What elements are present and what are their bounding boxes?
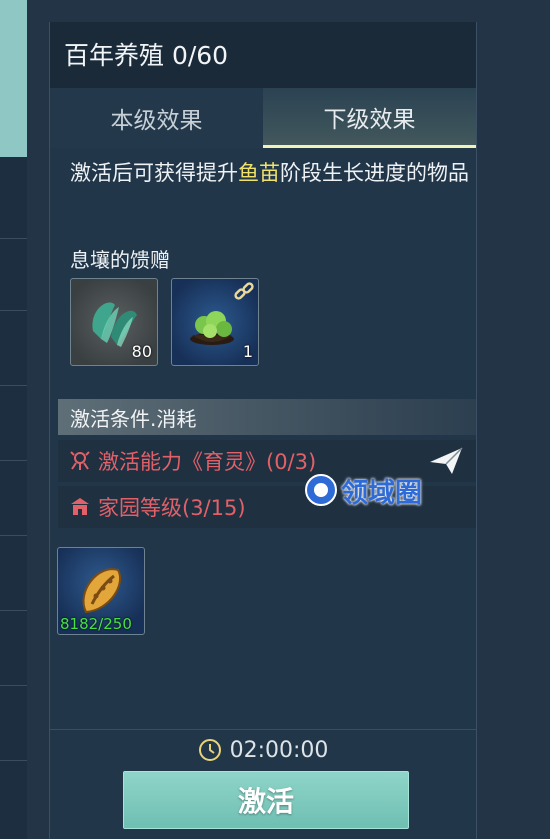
clock-icon	[198, 739, 221, 761]
skill-icon	[70, 451, 90, 470]
effect-description: 激活后可获得提升鱼苗阶段生长进度的物品	[70, 158, 470, 188]
watermark-logo-icon	[305, 474, 337, 506]
panel-header: 百年养殖 0/60	[50, 22, 476, 88]
timer-value: 02:00:00	[229, 737, 329, 763]
divider	[0, 685, 27, 686]
tab-next-level-effect[interactable]: 下级效果	[263, 88, 476, 148]
house-icon	[71, 498, 89, 515]
reward-item-1[interactable]: 80	[70, 278, 158, 366]
link-chain-icon	[234, 282, 254, 300]
divider	[0, 460, 27, 461]
divider	[0, 610, 27, 611]
description-text: 阶段生长进度的物品	[280, 161, 469, 185]
description-highlight: 鱼苗	[238, 161, 280, 185]
divider	[0, 385, 27, 386]
material-item[interactable]: 8182/250	[57, 547, 145, 635]
activate-button[interactable]: 激活	[123, 771, 409, 829]
watermark-text: 领域圈	[341, 477, 422, 509]
effect-tabs: 本级效果 下级效果	[50, 88, 476, 148]
watermark: 领域圈	[303, 470, 463, 510]
divider	[0, 760, 27, 761]
divider	[0, 238, 27, 239]
divider	[0, 535, 27, 536]
condition-text: 家园等级(3/15)	[98, 496, 246, 520]
divider	[0, 310, 27, 311]
left-side-panel	[0, 0, 27, 839]
left-panel-tile	[0, 0, 27, 157]
item-count: 1	[242, 342, 253, 361]
activation-timer: 02:00:00	[50, 729, 476, 771]
panel-title: 百年养殖 0/60	[64, 41, 229, 70]
conditions-header: 激活条件.消耗	[58, 399, 476, 435]
description-text: 激活后可获得提升	[70, 161, 238, 185]
reward-label: 息壤的馈赠	[70, 248, 170, 272]
condition-text: 激活能力《育灵》(0/3)	[98, 450, 317, 474]
tab-current-level-effect[interactable]: 本级效果	[50, 88, 263, 148]
item-count: 80	[131, 342, 152, 361]
material-count: 8182/250	[60, 615, 132, 633]
upgrade-detail-panel: 百年养殖 0/60 本级效果 下级效果 激活后可获得提升鱼苗阶段生长进度的物品 …	[49, 22, 477, 839]
reward-item-2[interactable]: 1	[171, 278, 259, 366]
